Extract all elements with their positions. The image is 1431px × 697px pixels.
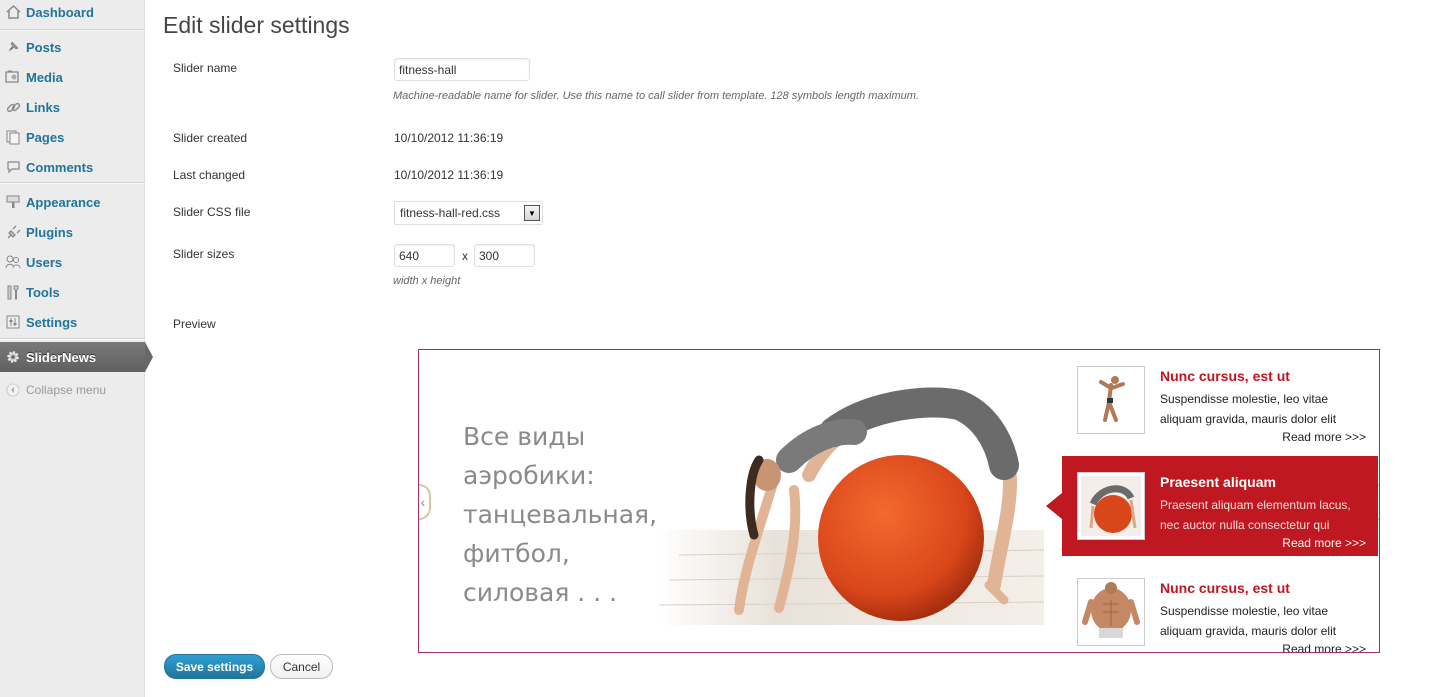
slider-height-input[interactable] xyxy=(474,244,535,267)
news-excerpt: Suspendisse molestie, leo vitae aliquam … xyxy=(1160,604,1337,638)
collapse-menu-label: Collapse menu xyxy=(26,383,107,397)
media-icon xyxy=(5,69,21,85)
page-title: Edit slider settings xyxy=(163,12,350,38)
chevron-left-icon: ‹ xyxy=(420,494,426,510)
sidebar-item-users[interactable]: Users xyxy=(0,247,145,277)
sidebar-item-appearance[interactable]: Appearance xyxy=(0,187,145,217)
plugin-icon xyxy=(5,224,21,240)
pin-icon xyxy=(5,39,21,55)
slide-caption-line: фитбол, xyxy=(463,539,570,568)
slider-width-input[interactable] xyxy=(394,244,455,267)
chevron-down-icon[interactable]: ▼ xyxy=(524,205,540,221)
news-excerpt: Praesent aliquam elementum lacus, nec au… xyxy=(1160,498,1351,532)
sidebar-item-links[interactable]: Links xyxy=(0,92,145,122)
slider-created-label: Slider created xyxy=(173,131,248,145)
news-item[interactable]: Nunc cursus, est ut Suspendisse molestie… xyxy=(1062,562,1378,652)
sidebar-item-pages[interactable]: Pages xyxy=(0,122,145,152)
sidebar-item-label: SliderNews xyxy=(26,349,97,365)
news-title: Nunc cursus, est ut xyxy=(1160,580,1290,596)
slider-name-hint: Machine-readable name for slider. Use th… xyxy=(393,90,919,102)
last-changed-label: Last changed xyxy=(173,168,246,182)
menu-separator xyxy=(0,182,145,184)
sidebar-item-label: Dashboard xyxy=(26,4,94,20)
sidebar-item-tools[interactable]: Tools xyxy=(0,277,145,307)
slide-caption: Все виды аэробики: танцевальная, фитбол,… xyxy=(463,417,657,612)
read-more-link[interactable]: Read more >>> xyxy=(1282,536,1366,550)
read-more-link[interactable]: Read more >>> xyxy=(1282,430,1366,444)
sidebar-item-label: Comments xyxy=(26,159,94,175)
news-thumbnail xyxy=(1077,578,1145,646)
dashboard-icon xyxy=(5,4,21,20)
slide-caption-line: аэробики: xyxy=(463,461,595,490)
collapse-arrow-icon xyxy=(5,382,21,398)
sidebar-item-label: Links xyxy=(26,99,60,115)
slide-photo xyxy=(659,387,1044,625)
slider-name-input[interactable] xyxy=(394,58,530,81)
sidebar-item-dashboard[interactable]: Dashboard xyxy=(0,0,145,27)
slider-prev-button[interactable]: ‹ xyxy=(419,484,431,520)
news-title: Praesent aliquam xyxy=(1160,474,1276,490)
menu-separator xyxy=(0,338,145,340)
link-icon xyxy=(5,99,21,115)
comment-icon xyxy=(5,159,21,175)
sidebar-item-label: Appearance xyxy=(26,194,101,210)
news-thumbnail xyxy=(1077,472,1145,540)
slider-sizes-hint: width x height xyxy=(393,275,461,287)
save-settings-button[interactable]: Save settings xyxy=(164,654,265,679)
sidebar-item-media[interactable]: Media xyxy=(0,62,145,92)
settings-icon xyxy=(5,314,21,330)
read-more-link[interactable]: Read more >>> xyxy=(1282,642,1366,652)
news-item[interactable]: Nunc cursus, est ut Suspendisse molestie… xyxy=(1062,350,1378,444)
tools-icon xyxy=(5,284,21,300)
size-separator: x xyxy=(462,249,468,263)
news-excerpt: Suspendisse molestie, leo vitae aliquam … xyxy=(1160,392,1337,426)
sidebar-item-posts[interactable]: Posts xyxy=(0,32,145,62)
menu-separator xyxy=(0,29,145,31)
slider-created-value: 10/10/2012 11:36:19 xyxy=(394,131,504,145)
news-photo xyxy=(1081,582,1141,642)
pages-icon xyxy=(5,129,21,145)
slider-sizes-label: Slider sizes xyxy=(173,247,235,261)
admin-sidebar: Dashboard Posts Media Links Pages Commen… xyxy=(0,0,153,697)
slider-name-label: Slider name xyxy=(173,61,238,75)
slide-caption-line: силовая . . . xyxy=(463,578,618,607)
sidebar-item-slidernews[interactable]: SliderNews xyxy=(0,342,153,372)
news-title: Nunc cursus, est ut xyxy=(1160,368,1290,384)
gear-icon xyxy=(5,349,21,365)
preview-label: Preview xyxy=(173,317,216,331)
news-photo xyxy=(1081,370,1141,430)
cancel-button[interactable]: Cancel xyxy=(270,654,333,679)
sidebar-item-label: Users xyxy=(26,254,63,270)
slider-css-selected: fitness-hall-red.css xyxy=(400,206,501,220)
last-changed-value: 10/10/2012 11:36:19 xyxy=(394,168,504,182)
sidebar-item-label: Tools xyxy=(26,284,60,300)
users-icon xyxy=(5,254,21,270)
news-photo xyxy=(1081,476,1141,536)
sidebar-item-comments[interactable]: Comments xyxy=(0,152,145,182)
slider-preview: Все виды аэробики: танцевальная, фитбол,… xyxy=(418,349,1380,653)
sidebar-item-plugins[interactable]: Plugins xyxy=(0,217,145,247)
news-item-active[interactable]: Praesent aliquam Praesent aliquam elemen… xyxy=(1046,456,1378,556)
sidebar-item-label: Settings xyxy=(26,314,78,330)
sidebar-item-settings[interactable]: Settings xyxy=(0,307,145,337)
sidebar-item-label: Posts xyxy=(26,39,62,55)
slider-css-label: Slider CSS file xyxy=(173,205,251,219)
slider-css-select[interactable]: fitness-hall-red.css ▼ xyxy=(394,201,543,225)
slide-caption-line: танцевальная, xyxy=(463,500,658,529)
appearance-icon xyxy=(5,194,21,210)
sidebar-item-label: Media xyxy=(26,69,63,85)
sidebar-item-label: Plugins xyxy=(26,224,73,240)
collapse-menu-button[interactable]: Collapse menu xyxy=(0,375,145,405)
news-thumbnail xyxy=(1077,366,1145,434)
sidebar-item-label: Pages xyxy=(26,129,65,145)
slide-caption-line: Все виды xyxy=(463,422,586,451)
